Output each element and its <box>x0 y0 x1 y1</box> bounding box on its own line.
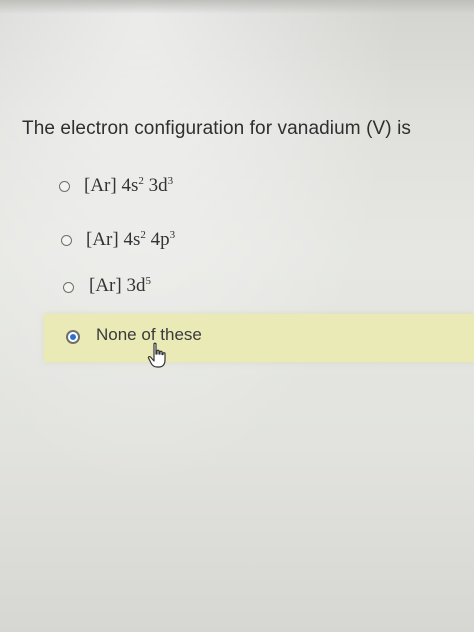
option-1-label: [Ar] 4s2 3d3 <box>84 175 174 196</box>
option-3-radio[interactable] <box>63 282 74 293</box>
option-4[interactable]: None of these <box>44 314 474 362</box>
option-2-radio[interactable] <box>61 235 72 246</box>
hand-pointer-icon <box>147 342 166 368</box>
option-3[interactable]: [Ar] 3d5 <box>0 266 474 306</box>
option-2[interactable]: [Ar] 4s2 4p3 <box>0 220 474 260</box>
option-3-label: [Ar] 3d5 <box>89 275 151 296</box>
option-1[interactable]: [Ar] 4s2 3d3 <box>0 166 474 206</box>
option-2-label: [Ar] 4s2 4p3 <box>86 229 176 250</box>
option-1-radio[interactable] <box>59 181 70 192</box>
screen-top-edge <box>0 0 474 14</box>
question-text: The electron configuration for vanadium … <box>22 118 412 139</box>
option-4-radio-selected[interactable] <box>66 330 80 344</box>
